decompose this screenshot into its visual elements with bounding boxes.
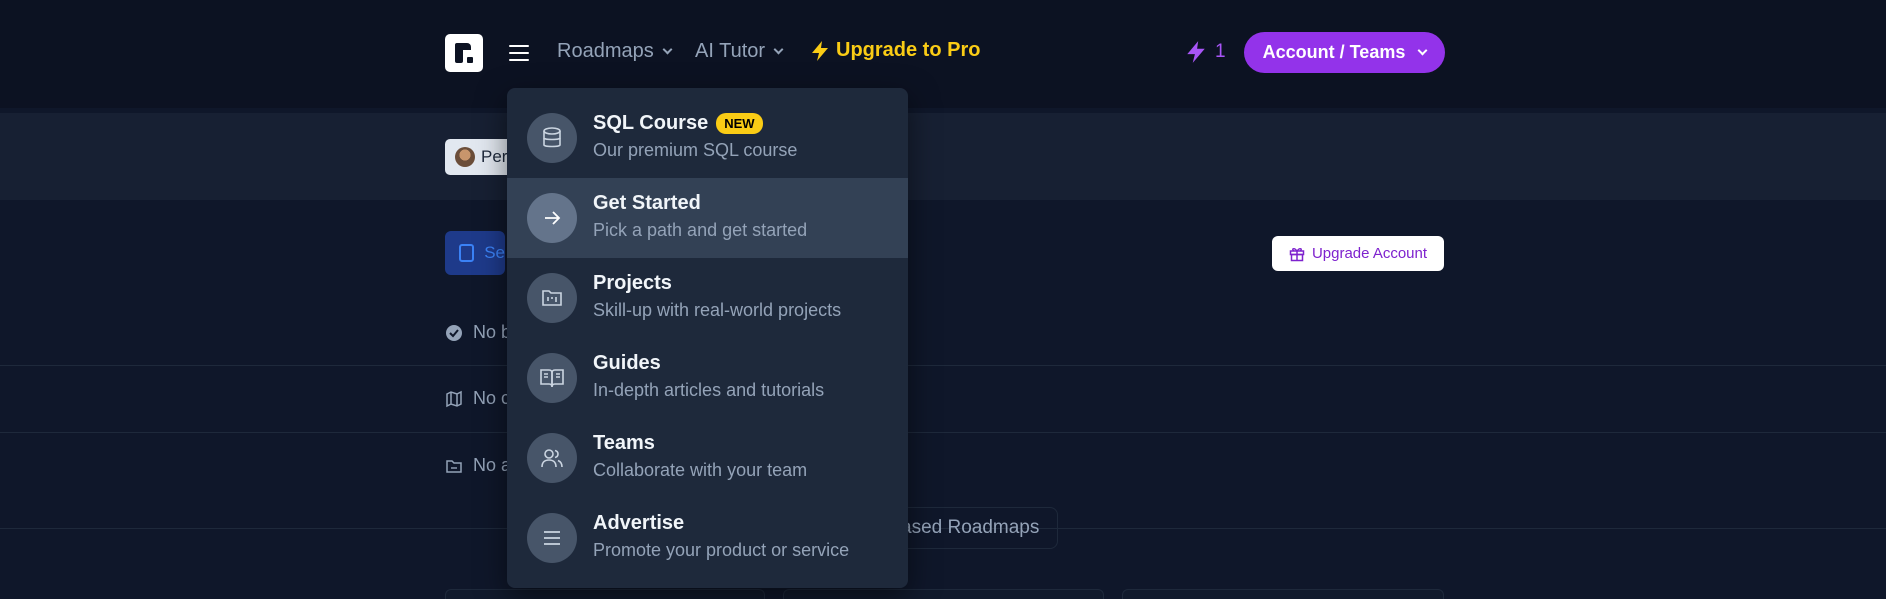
- menu-item-title: Projects: [593, 272, 672, 295]
- list-item-text: No b: [473, 322, 512, 342]
- folder-icon: [446, 459, 462, 473]
- streak-counter[interactable]: 1: [1185, 40, 1226, 64]
- role-based-roadmaps-label: ased Roadmaps: [901, 517, 1040, 538]
- zap-icon: [812, 40, 828, 61]
- menu-item-get-started[interactable]: Get Started Pick a path and get started: [507, 178, 908, 258]
- database-icon: [527, 113, 577, 163]
- book-open-icon: [527, 353, 577, 403]
- roadmap-card[interactable]: [1122, 589, 1444, 599]
- menu-item-title: SQL Course NEW: [593, 112, 763, 135]
- upgrade-account-button[interactable]: Upgrade Account: [1272, 236, 1444, 271]
- chevron-down-icon: [1417, 45, 1428, 55]
- upgrade-account-label: Upgrade Account: [1311, 245, 1428, 262]
- menu-item-description: Collaborate with your team: [593, 460, 808, 480]
- menu-item-description: In-depth articles and tutorials: [593, 380, 825, 400]
- chevron-down-icon: [773, 44, 784, 54]
- account-teams-label: Account / Teams: [1262, 42, 1406, 62]
- menu-item-title-text: Advertise: [593, 512, 685, 534]
- menu-item-title: Advertise: [593, 512, 684, 535]
- list-item: No c: [445, 388, 510, 409]
- arrow-right-icon: [527, 193, 577, 243]
- menu-lines-icon: [527, 513, 577, 563]
- upgrade-to-pro-link[interactable]: Upgrade to Pro: [810, 39, 980, 62]
- gift-icon: [1289, 247, 1305, 261]
- list-item: No b: [445, 322, 511, 343]
- divider: [0, 432, 1886, 433]
- menu-item-title-text: SQL Course: [593, 112, 709, 134]
- menu-item-description: Skill-up with real-world projects: [593, 300, 842, 320]
- streak-count: 1: [1215, 41, 1226, 62]
- tab-label: Se: [484, 243, 505, 262]
- nav-ai-tutor-dropdown[interactable]: AI Tutor: [695, 40, 784, 63]
- menu-item-guides[interactable]: Guides In-depth articles and tutorials: [507, 338, 908, 418]
- nav-ai-tutor-label: AI Tutor: [695, 40, 766, 62]
- nav-roadmaps-label: Roadmaps: [557, 40, 654, 62]
- menu-item-title-text: Teams: [593, 432, 655, 454]
- menu-item-sql-course[interactable]: SQL Course NEW Our premium SQL course: [507, 98, 908, 178]
- tab-selected[interactable]: Se: [445, 231, 505, 275]
- person-chip[interactable]: Per: [445, 139, 515, 175]
- avatar: [455, 147, 475, 167]
- roadmap-logo[interactable]: [445, 34, 483, 72]
- menu-item-projects[interactable]: Projects Skill-up with real-world projec…: [507, 258, 908, 338]
- roadmap-card[interactable]: [783, 589, 1104, 599]
- map-icon: [446, 390, 462, 407]
- users-icon: [527, 433, 577, 483]
- check-circle-icon: [446, 324, 462, 341]
- roadmap-card[interactable]: [445, 589, 765, 599]
- account-teams-button[interactable]: Account / Teams: [1244, 32, 1445, 73]
- main-dropdown-menu: SQL Course NEW Our premium SQL course Ge…: [507, 88, 908, 588]
- hamburger-menu-icon[interactable]: [509, 45, 529, 62]
- chevron-down-icon: [662, 44, 673, 54]
- menu-item-description: Pick a path and get started: [593, 220, 808, 240]
- profile-band: [0, 113, 1886, 200]
- top-navbar: Roadmaps AI Tutor Upgrade to Pro 1 Accou…: [0, 0, 1886, 108]
- upgrade-to-pro-label: Upgrade to Pro: [836, 39, 981, 61]
- menu-item-title: Get Started: [593, 192, 701, 215]
- role-based-roadmaps-button[interactable]: ased Roadmaps: [890, 507, 1058, 549]
- divider: [0, 365, 1886, 366]
- menu-item-description: Promote your product or service: [593, 540, 850, 560]
- list-item-text: No a: [473, 455, 512, 475]
- folder-kanban-icon: [527, 273, 577, 323]
- menu-item-title-text: Guides: [593, 352, 661, 374]
- menu-item-teams[interactable]: Teams Collaborate with your team: [507, 418, 908, 498]
- zap-icon: [1187, 41, 1205, 63]
- menu-item-title: Guides: [593, 352, 661, 375]
- menu-item-title: Teams: [593, 432, 655, 455]
- nav-roadmaps-dropdown[interactable]: Roadmaps: [557, 40, 673, 63]
- menu-item-title-text: Get Started: [593, 192, 701, 214]
- checkbox-icon: [459, 244, 475, 262]
- list-item: No a: [445, 455, 511, 476]
- menu-item-description: Our premium SQL course: [593, 140, 798, 160]
- list-item-text: No c: [473, 388, 511, 408]
- new-badge: NEW: [716, 113, 763, 134]
- person-chip-label: Per: [481, 147, 508, 166]
- menu-item-title-text: Projects: [593, 272, 672, 294]
- menu-item-advertise[interactable]: Advertise Promote your product or servic…: [507, 498, 908, 578]
